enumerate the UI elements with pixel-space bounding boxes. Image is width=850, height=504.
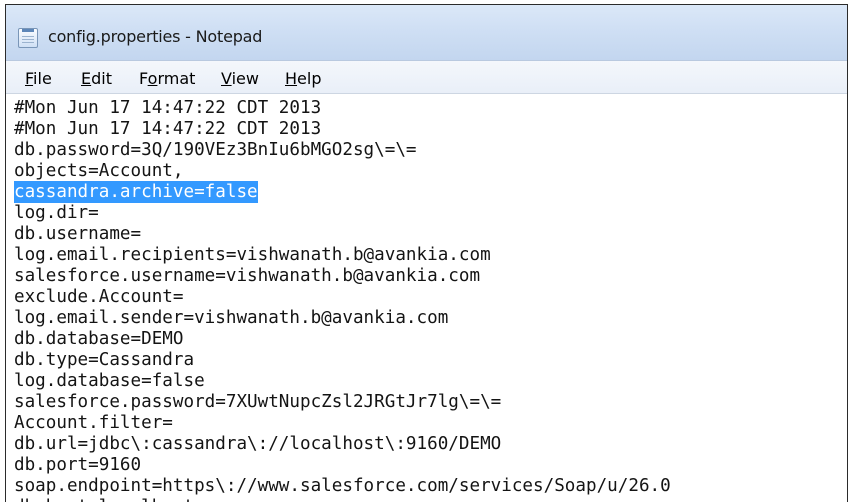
menu-bar: File Edit Format View Help [6, 60, 847, 94]
text-line[interactable]: db.port=9160 [14, 454, 141, 476]
text-line[interactable]: db.url=jdbc\:cassandra\://localhost\:916… [14, 433, 501, 455]
menu-view-mnemonic: V [221, 69, 232, 88]
notepad-icon[interactable] [18, 28, 38, 48]
text-editor-area[interactable]: #Mon Jun 17 14:47:22 CDT 2013 #Mon Jun 17… [14, 97, 847, 502]
menu-view[interactable]: View [220, 69, 260, 88]
menu-help[interactable]: Help [284, 69, 322, 88]
text-line[interactable]: db.type=Cassandra [14, 349, 194, 371]
menu-format-mnemonic: o [147, 69, 158, 88]
text-line[interactable]: db.database=DEMO [14, 328, 183, 350]
text-line[interactable]: db.host=localhost [14, 496, 194, 502]
menu-file[interactable]: File [24, 69, 53, 88]
text-line[interactable]: #Mon Jun 17 14:47:22 CDT 2013 [14, 118, 321, 140]
window-title: config.properties - Notepad [48, 27, 263, 46]
text-line[interactable]: soap.endpoint=https\://www.salesforce.co… [14, 475, 671, 497]
menu-file-mnemonic: F [25, 69, 34, 88]
menu-help-text-post: elp [297, 69, 322, 88]
text-line[interactable]: log.dir= [14, 202, 99, 224]
text-line[interactable]: log.email.sender=vishwanath.b@avankia.co… [14, 307, 448, 329]
menu-view-text-post: iew [231, 69, 259, 88]
text-line[interactable]: db.username= [14, 223, 141, 245]
menu-edit-text-post: dit [91, 69, 112, 88]
text-line[interactable]: #Mon Jun 17 14:47:22 CDT 2013 [14, 97, 321, 119]
text-line[interactable]: salesforce.password=7XUwtNupcZsl2JRGtJr7… [14, 391, 501, 413]
menu-edit[interactable]: Edit [80, 69, 113, 88]
text-line[interactable]: Account.filter= [14, 412, 173, 434]
menu-help-mnemonic: H [285, 69, 298, 88]
text-line[interactable]: log.email.recipients=vishwanath.b@avanki… [14, 244, 491, 266]
screenshot: config.properties - Notepad File Edit Fo… [0, 0, 850, 504]
text-line[interactable]: log.database=false [14, 370, 205, 392]
text-line[interactable]: exclude.Account= [14, 286, 183, 308]
selected-text-line[interactable]: cassandra.archive=false [14, 181, 258, 203]
notepad-window: config.properties - Notepad File Edit Fo… [5, 4, 848, 502]
text-line[interactable]: salesforce.username=vishwanath.b@avankia… [14, 265, 480, 287]
menu-edit-mnemonic: E [81, 69, 92, 88]
menu-format-text-post: rmat [157, 69, 196, 88]
menu-format[interactable]: Format [138, 69, 196, 88]
menu-format-text-pre: F [139, 69, 148, 88]
menu-file-text-post: ile [33, 69, 52, 88]
text-line[interactable]: objects=Account, [14, 160, 183, 182]
title-bar[interactable]: config.properties - Notepad [6, 5, 847, 60]
text-line[interactable]: db.password=3Q/190VEz3BnIu6bMGO2sg\=\= [14, 139, 417, 161]
